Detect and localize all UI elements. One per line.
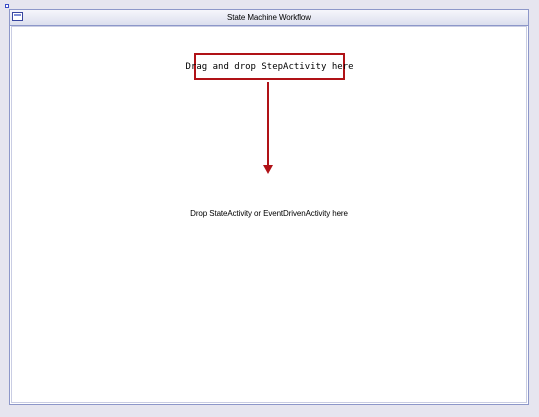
workflow-title: State Machine Workflow: [227, 13, 311, 22]
callout-text: Drag and drop StepActivity here: [185, 61, 354, 72]
designer-canvas: State Machine Workflow Drag and drop Ste…: [0, 0, 539, 417]
drop-hint-text: Drop StateActivity or EventDrivenActivit…: [190, 209, 348, 218]
arrow-down-icon: [263, 82, 273, 174]
instruction-callout: Drag and drop StepActivity here: [186, 53, 354, 80]
workflow-header: State Machine Workflow: [10, 10, 528, 26]
selection-handle-icon[interactable]: [5, 4, 9, 8]
